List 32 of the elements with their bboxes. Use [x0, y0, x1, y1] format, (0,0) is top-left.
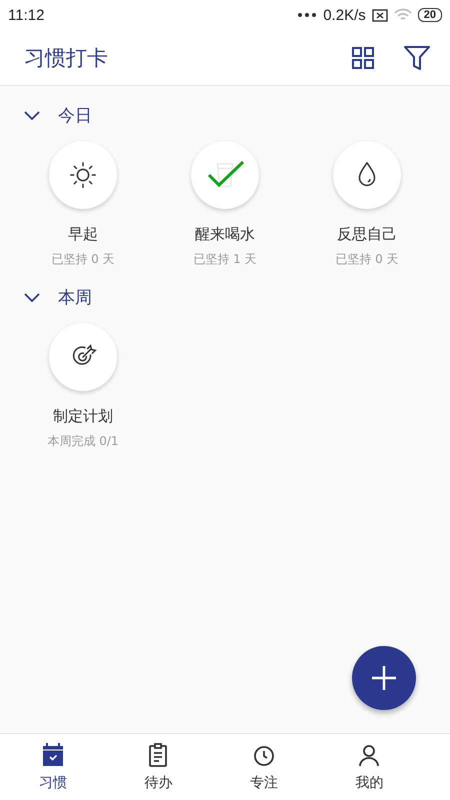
habit-name: 反思自己 — [337, 225, 397, 244]
section-title: 今日 — [58, 105, 92, 127]
filter-icon[interactable] — [404, 44, 430, 70]
habit-subtitle: 本周完成 0/1 — [47, 433, 119, 450]
wifi-icon — [394, 8, 412, 22]
status-time: 11:12 — [8, 6, 44, 24]
nav-tab[interactable]: 专注 — [211, 734, 316, 800]
habit-subtitle: 已坚持 0 天 — [51, 251, 115, 268]
habit-subtitle: 已坚持 0 天 — [335, 251, 399, 268]
person-icon — [357, 742, 382, 768]
habit-name: 制定计划 — [53, 407, 113, 426]
chevron-icon[interactable] — [24, 110, 40, 120]
habit-subtitle: 已坚持 1 天 — [193, 251, 257, 268]
nav-tab[interactable]: 我的 — [316, 734, 422, 800]
habit-name: 醒来喝水 — [195, 225, 255, 244]
habit-button[interactable] — [49, 323, 117, 391]
sim-icon — [372, 8, 388, 22]
chevron-icon[interactable] — [24, 292, 40, 302]
habit-name: 早起 — [68, 225, 98, 244]
calendar-icon — [40, 742, 65, 768]
battery-indicator: 20 — [418, 8, 442, 22]
nav-tab[interactable]: 习惯 — [0, 734, 106, 800]
add-button[interactable] — [352, 646, 416, 710]
sun-icon — [68, 160, 98, 190]
more-dots-icon — [297, 12, 318, 18]
nav-tab[interactable]: 待办 — [106, 734, 211, 800]
app-title: 习惯打卡 — [24, 44, 109, 72]
plus-icon — [370, 664, 398, 692]
section-title: 本周 — [58, 287, 92, 309]
network-speed: 0.2K/s — [323, 6, 366, 24]
grid-view-icon[interactable] — [352, 46, 374, 68]
checkmark-icon — [207, 159, 245, 189]
